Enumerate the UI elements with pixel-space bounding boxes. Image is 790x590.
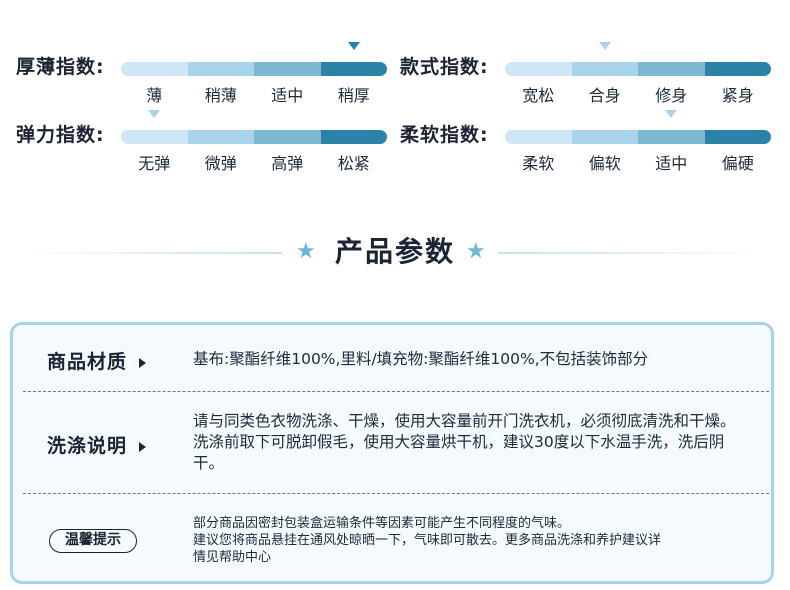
divider-line (498, 252, 770, 254)
index-marker (347, 42, 360, 50)
index-label: 微弹 (204, 154, 237, 173)
index-label: 适中 (655, 154, 688, 173)
index-label: 稍薄 (204, 86, 237, 105)
divider-line (20, 252, 282, 254)
triangle-right-icon (139, 357, 147, 368)
index-labels: 宽松 合身 修身 紧身 (505, 82, 771, 106)
tip-badge: 温馨提示 (49, 529, 137, 553)
index-marker (148, 110, 161, 118)
scale-segment (704, 130, 771, 144)
scale-segment (254, 130, 321, 144)
index-label: 紧身 (721, 86, 754, 105)
scale-segment (571, 62, 638, 76)
scale-segment (121, 130, 188, 144)
tip-text: 部分商品因密封包装盒运输条件等因素可能产生不同程度的气味。 建议您将商品悬挂在通… (193, 515, 753, 566)
index-label: 松紧 (337, 154, 370, 173)
index-label: 柔软 (522, 154, 555, 173)
scale-segment (320, 130, 387, 144)
index-title: 柔软指数: (400, 124, 489, 146)
param-value: 基布:聚酯纤维100%,里料/填充物:聚酯纤维100%,不包括装饰部分 (193, 350, 649, 368)
index-label: 偏软 (588, 154, 621, 173)
index-marker (665, 110, 678, 118)
index-title: 厚薄指数: (16, 56, 105, 78)
index-scale (505, 130, 771, 144)
param-label-text: 商品材质 (47, 351, 128, 373)
scale-segment (121, 62, 188, 76)
scale-segment (187, 130, 254, 144)
index-label: 偏硬 (721, 154, 754, 173)
index-label: 薄 (146, 86, 163, 105)
row-divider (23, 493, 769, 494)
index-label: 合身 (588, 86, 621, 105)
index-scale (505, 62, 771, 76)
softness-index: 柔软指数: 柔软 偏软 适中 偏硬 (400, 110, 780, 184)
index-label: 无弹 (138, 154, 171, 173)
index-labels: 薄 稍薄 适中 稍厚 (121, 82, 387, 106)
triangle-right-icon (139, 441, 147, 452)
section-header: ★ 产品参数 ★ (0, 232, 790, 272)
index-label: 高弹 (271, 154, 304, 173)
row-divider (23, 391, 769, 392)
index-title: 款式指数: (400, 56, 489, 78)
scale-segment (638, 62, 705, 76)
tip-line: 情见帮助中心 (193, 550, 272, 565)
elasticity-index: 弹力指数: 无弹 微弹 高弹 松紧 (16, 110, 396, 184)
tip-line: 建议您将商品悬挂在通风处晾晒一下，气味即可散去。更多商品洗涤和养护建议详 (193, 533, 662, 548)
scale-segment (254, 62, 321, 76)
index-label: 适中 (271, 86, 304, 105)
index-label: 修身 (655, 86, 688, 105)
index-scale (121, 62, 387, 76)
scale-segment (704, 62, 771, 76)
param-label-text: 洗涤说明 (47, 435, 128, 457)
scale-segment (505, 130, 572, 144)
index-labels: 柔软 偏软 适中 偏硬 (505, 150, 771, 174)
scale-segment (187, 62, 254, 76)
index-scale (121, 130, 387, 144)
param-label: 商品材质 (47, 347, 147, 374)
index-label: 宽松 (522, 86, 555, 105)
section-title: 产品参数 (334, 235, 455, 268)
param-label: 洗涤说明 (47, 431, 147, 458)
param-value: 请与同类色衣物洗涤、干燥，使用大容量前开门洗衣机，必须彻底清洗和干燥。 洗涤前取… (193, 412, 736, 472)
style-index: 款式指数: 宽松 合身 修身 紧身 (400, 42, 780, 116)
star-icon: ★ (296, 239, 316, 264)
index-title: 弹力指数: (16, 124, 105, 146)
index-marker (598, 42, 611, 50)
star-icon: ★ (466, 239, 486, 264)
index-label: 稍厚 (337, 86, 370, 105)
scale-segment (505, 62, 572, 76)
scale-segment (638, 130, 705, 144)
index-labels: 无弹 微弹 高弹 松紧 (121, 150, 387, 174)
product-params-panel: 商品材质 基布:聚酯纤维100%,里料/填充物:聚酯纤维100%,不包括装饰部分… (10, 322, 774, 584)
thickness-index: 厚薄指数: 薄 稍薄 适中 稍厚 (16, 42, 396, 116)
scale-segment (571, 130, 638, 144)
scale-segment (320, 62, 387, 76)
tip-line: 部分商品因密封包装盒运输条件等因素可能产生不同程度的气味。 (193, 516, 571, 531)
